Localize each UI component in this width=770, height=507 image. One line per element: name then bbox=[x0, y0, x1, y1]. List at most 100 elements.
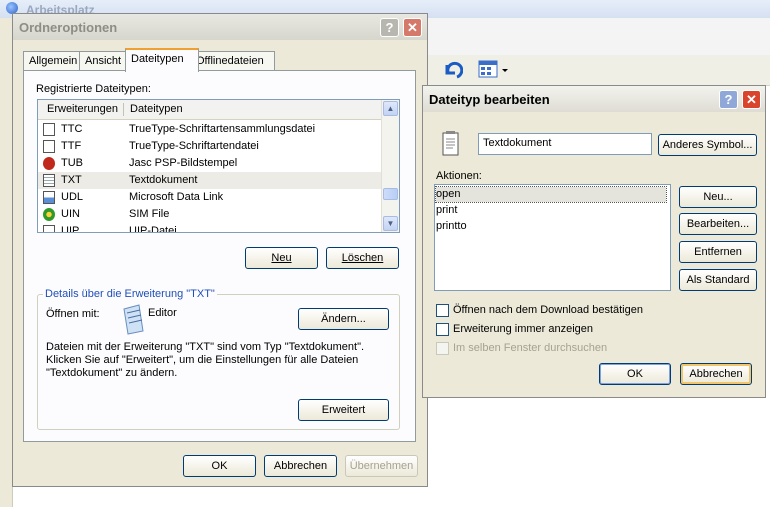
set-default-button-label: Als Standard bbox=[686, 274, 750, 286]
column-separator bbox=[123, 103, 124, 116]
apply-button-label: Übernehmen bbox=[349, 460, 414, 472]
list-item[interactable]: UDL Microsoft Data Link bbox=[38, 189, 384, 206]
list-item[interactable]: UIP UIP-Datei bbox=[38, 223, 384, 233]
new-action-button[interactable]: Neu... bbox=[679, 186, 757, 208]
scroll-up-icon[interactable]: ▲ bbox=[383, 101, 398, 116]
background-toolbar bbox=[428, 55, 770, 86]
action-item-open[interactable]: open bbox=[435, 186, 667, 203]
list-item-ext: UIN bbox=[61, 208, 80, 220]
undo-icon[interactable] bbox=[441, 59, 463, 81]
folder-options-title: Ordneroptionen bbox=[19, 19, 118, 35]
column-extensions[interactable]: Erweiterungen bbox=[47, 103, 118, 115]
file-types-list[interactable]: Erweiterungen Dateitypen TTC TrueType-Sc… bbox=[37, 99, 400, 233]
help-icon[interactable]: ? bbox=[719, 90, 738, 109]
list-item-ext: UDL bbox=[61, 191, 84, 203]
tab-allgemein[interactable]: Allgemein bbox=[23, 51, 86, 70]
close-icon[interactable]: ✕ bbox=[403, 18, 422, 37]
scroll-down-icon[interactable]: ▼ bbox=[383, 216, 398, 231]
edit-type-cancel-button[interactable]: Abbrechen bbox=[680, 363, 752, 385]
action-item-print[interactable]: print bbox=[436, 203, 666, 218]
ok-button-label: OK bbox=[627, 368, 643, 380]
edit-file-type-title: Dateityp bearbeiten bbox=[429, 91, 550, 107]
data-link-icon bbox=[43, 191, 55, 204]
browse-same-window-checkbox[interactable] bbox=[436, 342, 449, 355]
list-item-type: TrueType-Schriftartensammlungsdatei bbox=[129, 123, 316, 135]
list-item-ext: TTF bbox=[61, 140, 82, 152]
cancel-button-label: Abbrechen bbox=[273, 460, 328, 472]
always-show-extension-label[interactable]: Erweiterung immer anzeigen bbox=[453, 323, 593, 335]
delete-type-button-label: Löschen bbox=[341, 252, 384, 264]
delete-type-button[interactable]: Löschen bbox=[326, 247, 399, 269]
new-type-button[interactable]: Neu bbox=[245, 247, 318, 269]
font-file-icon bbox=[43, 123, 55, 136]
help-icon[interactable]: ? bbox=[380, 18, 399, 37]
change-icon-button-label: Anderes Symbol... bbox=[662, 139, 753, 151]
editor-icon bbox=[123, 304, 144, 335]
change-icon-button[interactable]: Anderes Symbol... bbox=[658, 134, 757, 156]
advanced-button[interactable]: Erweitert bbox=[298, 399, 389, 421]
remove-action-button-label: Entfernen bbox=[694, 246, 742, 258]
background-menu-area bbox=[428, 18, 770, 55]
views-icon[interactable] bbox=[478, 60, 510, 80]
jasc-stamp-icon bbox=[43, 157, 55, 170]
details-description-line-1: Dateien mit der Erweiterung "TXT" sind v… bbox=[46, 341, 365, 353]
details-description-line-3: "Textdokument" zu ändern. bbox=[46, 367, 178, 379]
always-show-extension-checkbox[interactable] bbox=[436, 323, 449, 336]
list-item-ext: TTC bbox=[61, 123, 83, 135]
actions-label: Aktionen: bbox=[436, 170, 482, 182]
folder-options-cancel-button[interactable]: Abbrechen bbox=[264, 455, 337, 477]
details-description-line-2: Klicken Sie auf "Erweitert", um die Eins… bbox=[46, 354, 359, 366]
apply-button[interactable]: Übernehmen bbox=[345, 455, 418, 477]
folder-options-titlebar[interactable]: Ordneroptionen ? ✕ bbox=[13, 14, 427, 40]
generic-file-icon bbox=[43, 225, 55, 232]
list-item-type: Microsoft Data Link bbox=[129, 191, 224, 203]
action-item-printto[interactable]: printto bbox=[436, 219, 666, 234]
browse-same-window-label: Im selben Fenster durchsuchen bbox=[453, 342, 608, 354]
edit-file-type-titlebar[interactable]: Dateityp bearbeiten ? ✕ bbox=[423, 86, 765, 112]
edit-action-button[interactable]: Bearbeiten... bbox=[679, 213, 757, 235]
edit-type-ok-button[interactable]: OK bbox=[599, 363, 671, 385]
list-item-ext: TUB bbox=[61, 157, 83, 169]
new-action-button-label: Neu... bbox=[703, 191, 733, 203]
remove-action-button[interactable]: Entfernen bbox=[679, 241, 757, 263]
type-name-field[interactable]: Textdokument bbox=[478, 133, 652, 155]
open-with-app: Editor bbox=[148, 307, 177, 319]
cancel-button-label: Abbrechen bbox=[689, 368, 743, 380]
list-item[interactable]: TUB Jasc PSP-Bildstempel bbox=[38, 155, 384, 172]
list-item[interactable]: UIN SIM File bbox=[38, 206, 384, 223]
tab-dateitypen[interactable]: Dateitypen bbox=[125, 48, 199, 72]
close-icon[interactable]: ✕ bbox=[742, 90, 761, 109]
change-program-button[interactable]: Ändern... bbox=[298, 308, 389, 330]
folder-options-ok-button[interactable]: OK bbox=[183, 455, 256, 477]
advanced-button-label: Erweitert bbox=[321, 404, 366, 416]
list-item[interactable]: TTC TrueType-Schriftartensammlungsdatei bbox=[38, 121, 384, 138]
change-program-button-label: Ändern... bbox=[321, 313, 366, 325]
new-type-button-label: Neu bbox=[271, 252, 292, 264]
text-file-icon bbox=[43, 174, 55, 187]
list-item-selected[interactable]: TXT Textdokument bbox=[38, 172, 384, 189]
actions-list[interactable]: open print printto bbox=[434, 184, 671, 291]
list-item-type: UIP-Datei bbox=[129, 225, 177, 233]
open-with-label: Öffnen mit: bbox=[46, 308, 100, 320]
column-file-types[interactable]: Dateitypen bbox=[130, 103, 183, 115]
list-item-type: Textdokument bbox=[129, 174, 198, 186]
list-item-ext: UIP bbox=[61, 225, 80, 233]
tab-offlinedateien[interactable]: Offlinedateien bbox=[190, 51, 275, 70]
list-item-ext: TXT bbox=[61, 174, 82, 186]
list-item-type: SIM File bbox=[129, 208, 170, 220]
registered-types-label: Registrierte Dateitypen: bbox=[36, 83, 151, 95]
list-item-type: Jasc PSP-Bildstempel bbox=[129, 157, 238, 169]
set-default-button[interactable]: Als Standard bbox=[679, 269, 757, 291]
list-header: Erweiterungen Dateitypen bbox=[38, 100, 384, 120]
scroll-thumb[interactable] bbox=[383, 188, 398, 200]
list-vertical-scrollbar[interactable]: ▲ ▼ bbox=[381, 100, 399, 232]
confirm-open-label[interactable]: Öffnen nach dem Download bestätigen bbox=[453, 304, 643, 316]
list-item[interactable]: TTF TrueType-Schriftartendatei bbox=[38, 138, 384, 155]
text-document-icon bbox=[442, 131, 459, 156]
details-group-caption: Details über die Erweiterung "TXT" bbox=[43, 288, 217, 300]
font-file-icon bbox=[43, 140, 55, 153]
ok-button-label: OK bbox=[211, 460, 228, 472]
confirm-open-checkbox[interactable] bbox=[436, 304, 449, 317]
edit-action-button-label: Bearbeiten... bbox=[686, 218, 750, 230]
sim-file-icon bbox=[43, 208, 55, 221]
